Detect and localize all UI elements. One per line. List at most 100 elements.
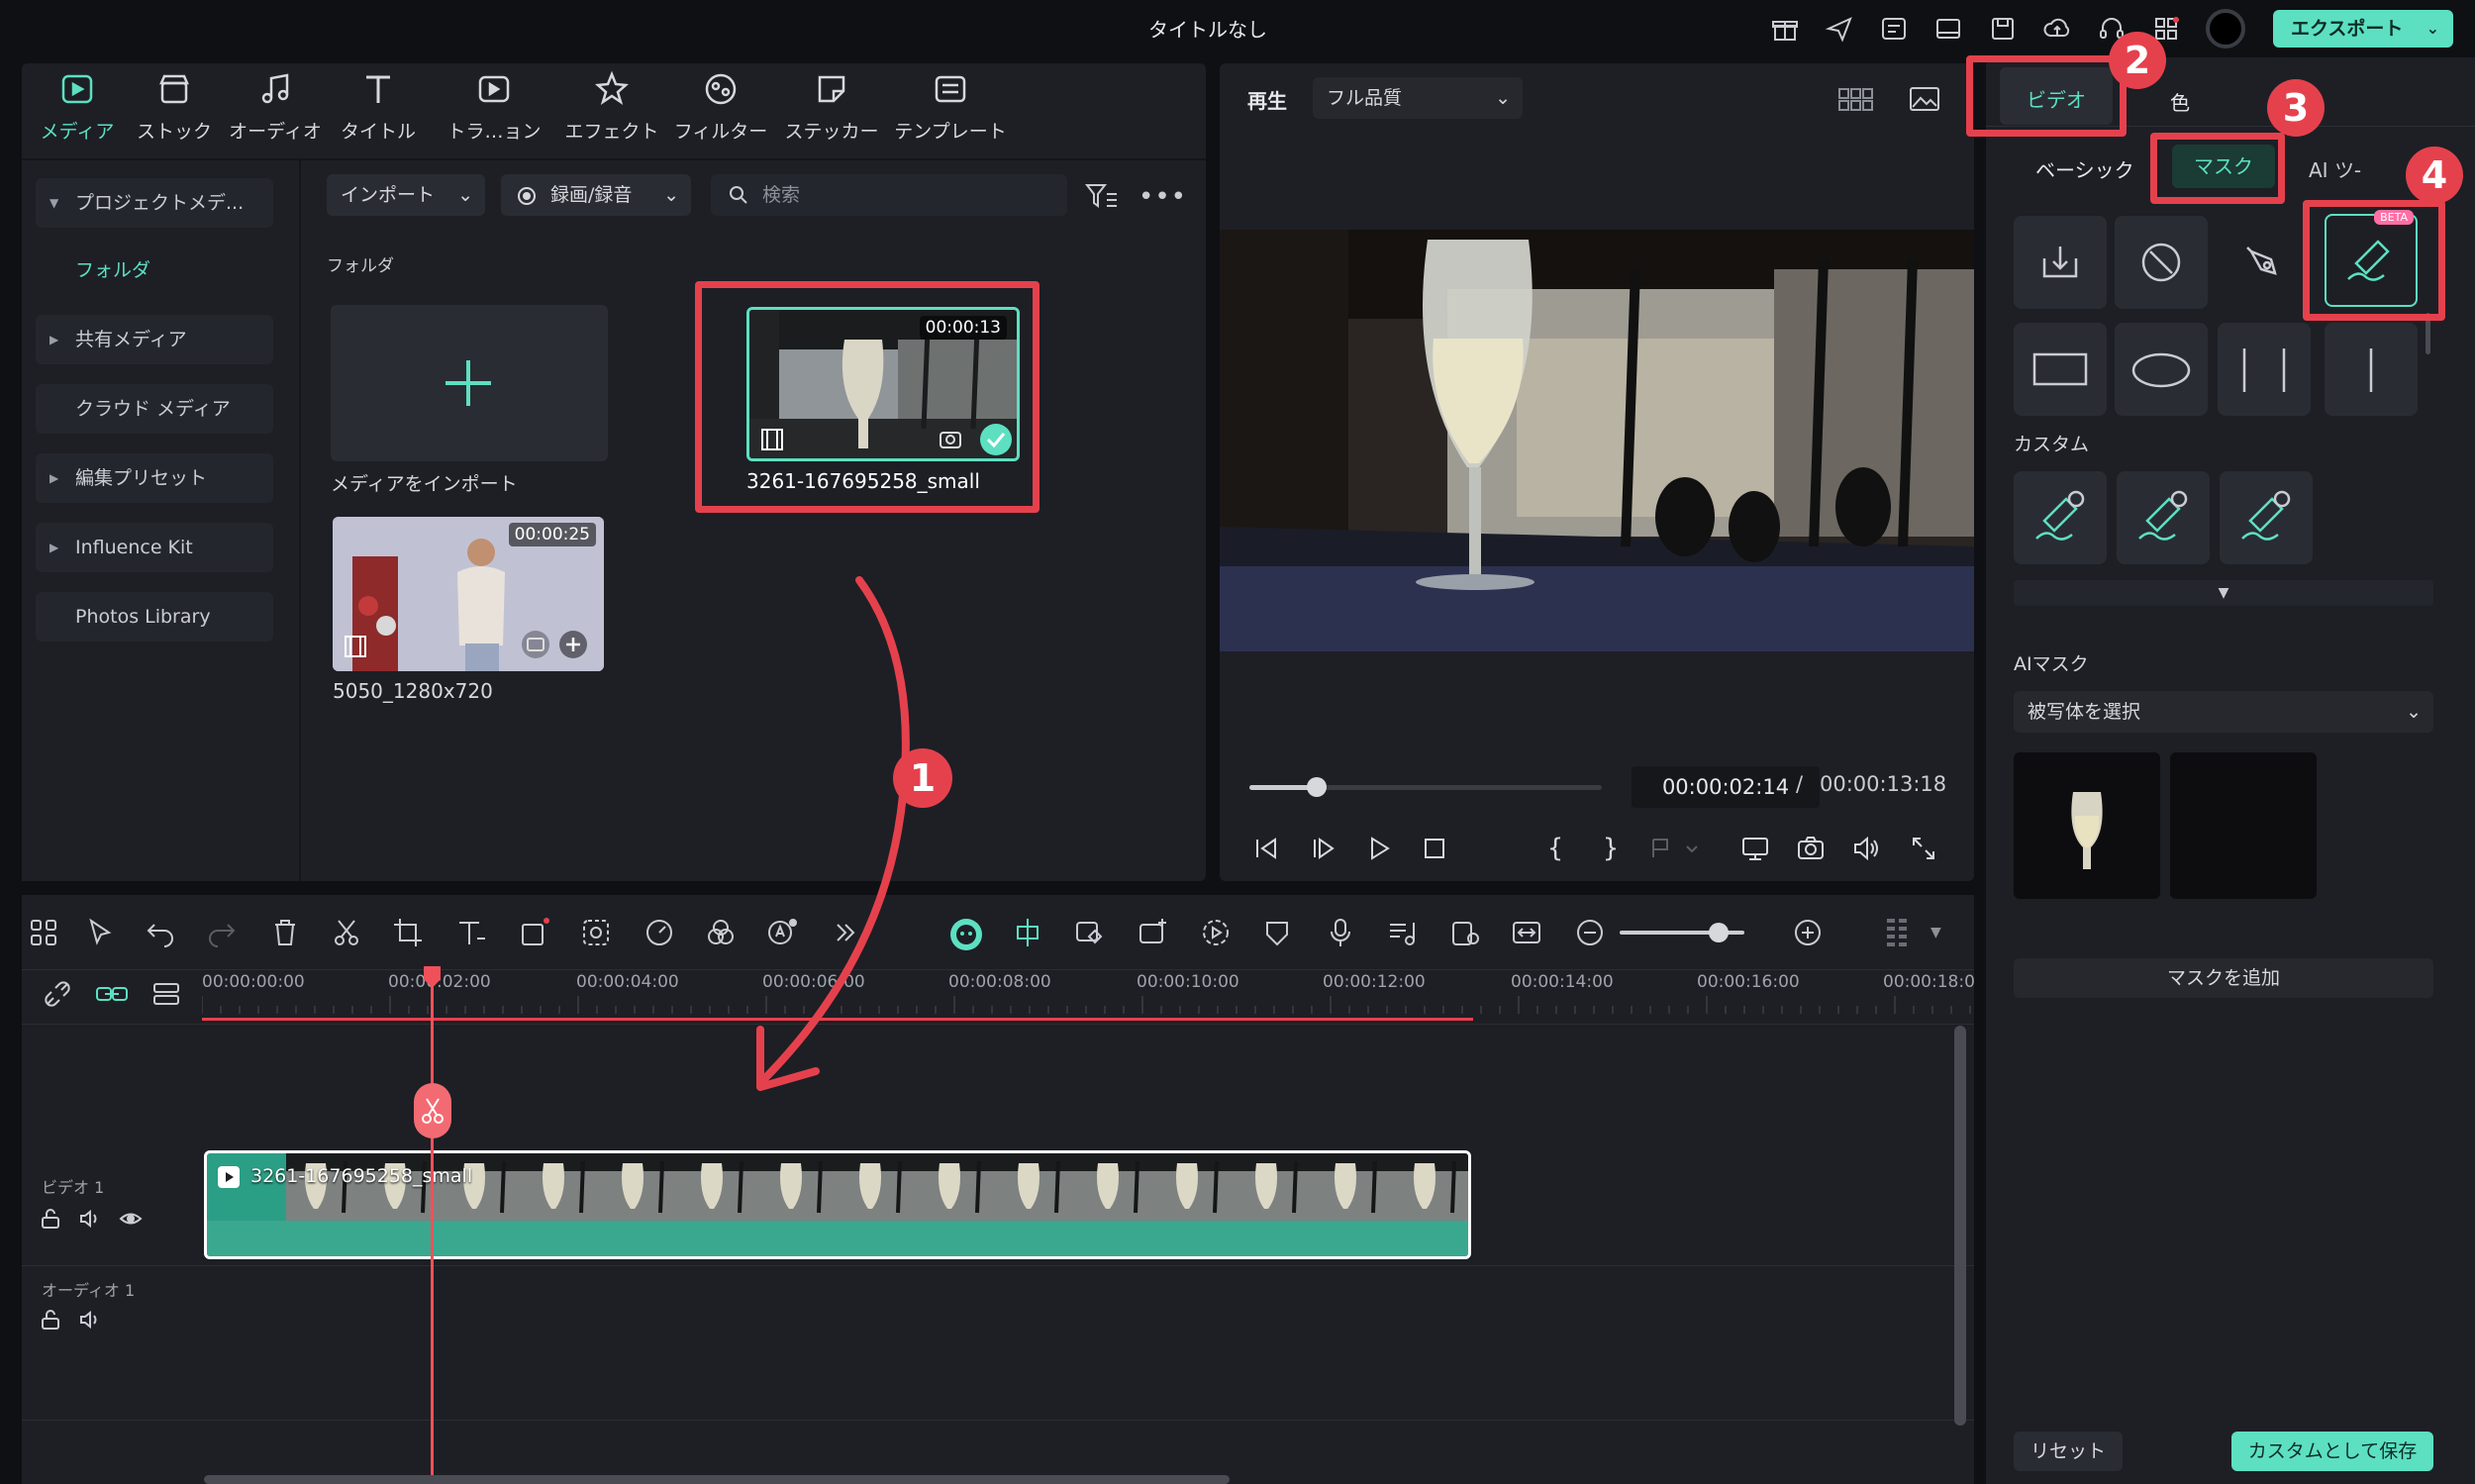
timeline-vertical-scrollbar[interactable] [1954,1026,1966,1426]
undo-icon[interactable] [145,917,176,948]
fit-width-icon[interactable] [1511,917,1542,948]
stop-icon[interactable] [1420,834,1449,863]
zoom-slider[interactable] [1620,923,1744,942]
step-back-icon[interactable] [1251,834,1281,863]
track-manager-icon[interactable] [150,978,182,1010]
playhead-line[interactable] [431,966,434,1484]
more-icon[interactable]: ••• [1138,182,1187,212]
subtab-ai-tools[interactable]: AI ツ- [2309,154,2361,183]
search-input[interactable]: 検索 [711,174,1067,216]
sidebar-item-project-media[interactable]: ▼ プロジェクトメデ... [36,178,273,228]
save-icon[interactable] [1988,14,2018,44]
ai-mask-preview-subject[interactable] [2014,752,2160,899]
microphone-icon[interactable] [1325,917,1356,948]
speaker-icon[interactable] [79,1208,101,1230]
timeline-view-icon[interactable] [1881,917,1913,948]
ai-cutout-icon[interactable] [580,917,612,948]
mark-out-icon[interactable]: } [1596,834,1626,863]
sidebar-item-cloud-media[interactable]: クラウド メディア [36,384,273,434]
timeline-horizontal-scrollbar[interactable] [204,1475,1230,1484]
subtab-basic[interactable]: ベーシック [2035,154,2134,183]
save-as-custom-button[interactable]: カスタムとして保存 [2231,1432,2433,1471]
sidebar-item-folder[interactable]: フォルダ [75,255,150,282]
crop-icon[interactable] [392,917,424,948]
auto-ripple-icon[interactable] [1012,917,1043,948]
mask-import[interactable] [2014,216,2107,309]
marker-shield-icon[interactable] [1261,917,1293,948]
lock-icon[interactable] [40,1309,61,1331]
add-to-timeline-icon[interactable] [558,630,588,659]
mark-in-icon[interactable]: { [1540,834,1570,863]
triangle-down-icon[interactable]: ▼ [1930,925,1941,940]
mask-none[interactable] [2115,216,2208,309]
play-icon[interactable] [1364,834,1394,863]
zoom-slider-handle[interactable] [1709,923,1729,942]
link-off-icon[interactable] [42,978,73,1010]
record-dropdown[interactable]: 録画/録音 ⌄ [501,174,691,216]
image-icon[interactable] [1909,85,1940,113]
filter-sort-icon[interactable] [1085,182,1119,210]
gift-icon[interactable] [1770,14,1800,44]
quality-dropdown[interactable]: フル品質 ⌄ [1313,77,1523,119]
step-forward-icon[interactable] [1309,834,1338,863]
mask-double-line[interactable] [2218,323,2311,416]
tab-transitions[interactable]: トラ…ョン [443,69,545,144]
import-media-tile[interactable] [331,305,608,461]
marker-dropdown-icon[interactable] [1647,834,1707,863]
speaker-icon[interactable] [79,1309,101,1331]
layout-grid-icon[interactable] [28,917,59,948]
ai-companion-icon[interactable] [948,917,982,950]
reset-button[interactable]: リセット [2014,1432,2123,1471]
custom-mask-2[interactable] [2117,471,2210,564]
zoom-in-icon[interactable] [1792,917,1824,948]
history-icon[interactable] [1879,14,1909,44]
custom-mask-3[interactable] [2220,471,2313,564]
sidebar-item-edit-presets[interactable]: ▶ 編集プリセット [36,453,273,503]
add-mask-button[interactable]: マスクを追加 [2014,958,2433,998]
tab-media[interactable]: メディア [26,69,129,144]
render-preview-icon[interactable] [1200,917,1232,948]
video-preview[interactable] [1220,230,1974,651]
shape-tool-icon[interactable] [519,917,550,948]
tab-effects[interactable]: エフェクト [560,69,663,144]
snapshot-camera-icon[interactable] [1796,834,1826,863]
avatar[interactable] [2206,9,2245,49]
fullscreen-icon[interactable] [1909,834,1938,863]
send-icon[interactable] [1825,14,1854,44]
tab-templates[interactable]: テンプレート [891,69,1010,144]
add-effect-icon[interactable] [1137,917,1168,948]
cloud-upload-icon[interactable] [2042,14,2072,44]
link-clips-icon[interactable] [95,978,128,1010]
clip-settings-icon[interactable] [1449,917,1481,948]
lock-icon[interactable] [40,1208,61,1230]
mask-pen[interactable] [2218,216,2311,309]
timeline-video-clip[interactable]: 3261-167695258_small [204,1150,1471,1259]
tab-filters[interactable]: フィルター [669,69,772,144]
mask-ellipse[interactable] [2115,323,2208,416]
display-settings-icon[interactable] [1740,834,1770,863]
ai-mask-preview-matte[interactable] [2170,752,2317,899]
layout-icon[interactable] [1933,14,1963,44]
grid-view-icon[interactable] [1837,85,1873,113]
speed-icon[interactable] [644,917,675,948]
tab-titles[interactable]: タイトル [327,69,430,144]
media-clip-thumbnail[interactable]: 00:00:25 [333,517,604,671]
audio-mixer-icon[interactable] [1386,917,1418,948]
text-tool-icon[interactable] [455,917,487,948]
eye-icon[interactable] [119,1208,143,1230]
playback-progress[interactable] [1249,777,1602,797]
tab-stock[interactable]: ストック [123,69,226,144]
zoom-out-icon[interactable] [1574,917,1606,948]
export-button[interactable]: エクスポート ⌄ [2273,10,2453,48]
split-scissors-icon[interactable] [331,917,362,948]
tab-stickers[interactable]: ステッカー [780,69,883,144]
tab-audio[interactable]: オーディオ [224,69,327,144]
ai-mask-select[interactable]: 被写体を選択 ⌄ [2014,691,2433,733]
sidebar-item-influence-kit[interactable]: ▶ Influence Kit [36,523,273,572]
tab-color[interactable]: 色 [2170,87,2190,116]
player-tab-play[interactable]: 再生 [1247,85,1287,114]
mask-rectangle[interactable] [2014,323,2107,416]
custom-mask-1[interactable] [2014,471,2107,564]
split-at-playhead-button[interactable] [414,1083,451,1138]
delete-trash-icon[interactable] [269,917,301,948]
